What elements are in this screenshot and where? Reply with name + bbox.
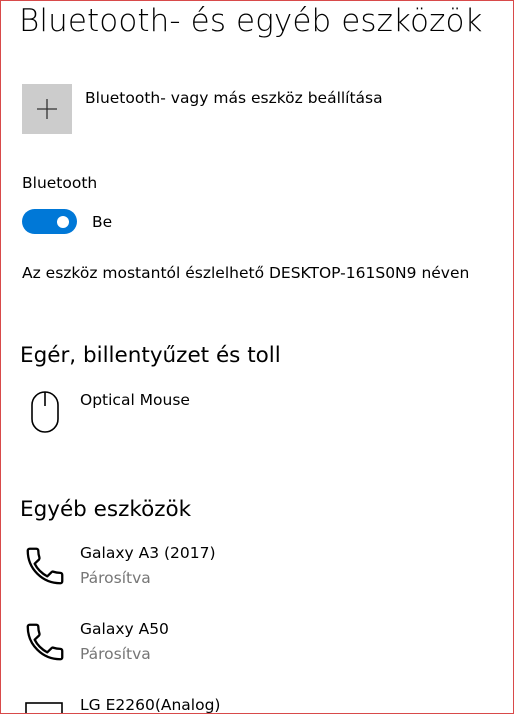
- add-device-tile[interactable]: [22, 84, 72, 134]
- page-title: Bluetooth- és egyéb eszközök: [19, 3, 483, 39]
- device-galaxy-a3[interactable]: Galaxy A3 (2017) Párosítva: [22, 543, 216, 593]
- add-device-button[interactable]: Bluetooth- vagy más eszköz beállítása: [22, 84, 383, 134]
- section-heading-mouse-keyboard-pen: Egér, billentyűzet és toll: [20, 343, 281, 368]
- bluetooth-toggle[interactable]: [22, 209, 77, 234]
- settings-window: Bluetooth- és egyéb eszközök Bluetooth- …: [0, 0, 514, 714]
- device-galaxy-a50[interactable]: Galaxy A50 Párosítva: [22, 619, 169, 669]
- device-status: Párosítva: [80, 569, 151, 587]
- bluetooth-label: Bluetooth: [22, 174, 98, 192]
- bluetooth-toggle-row: Be: [22, 209, 112, 234]
- add-device-label: Bluetooth- vagy más eszköz beállítása: [85, 89, 383, 107]
- device-name: Galaxy A3 (2017): [80, 544, 216, 562]
- device-name: Galaxy A50: [80, 620, 169, 638]
- plus-icon: [37, 99, 57, 119]
- phone-icon: [22, 619, 68, 669]
- toggle-knob: [57, 215, 69, 228]
- mouse-icon: [22, 390, 68, 440]
- device-status: Párosítva: [80, 645, 151, 663]
- bluetooth-toggle-state: Be: [92, 212, 113, 231]
- phone-icon: [22, 543, 68, 593]
- section-heading-other-devices: Egyéb eszközök: [20, 497, 192, 522]
- discoverable-status: Az eszköz mostantól észlelhető DESKTOP-1…: [22, 264, 470, 282]
- monitor-icon: [22, 695, 68, 713]
- device-optical-mouse[interactable]: Optical Mouse: [22, 390, 190, 440]
- device-lg-monitor[interactable]: LG E2260(Analog): [22, 695, 221, 714]
- device-name: Optical Mouse: [80, 391, 190, 409]
- device-name: LG E2260(Analog): [80, 696, 221, 714]
